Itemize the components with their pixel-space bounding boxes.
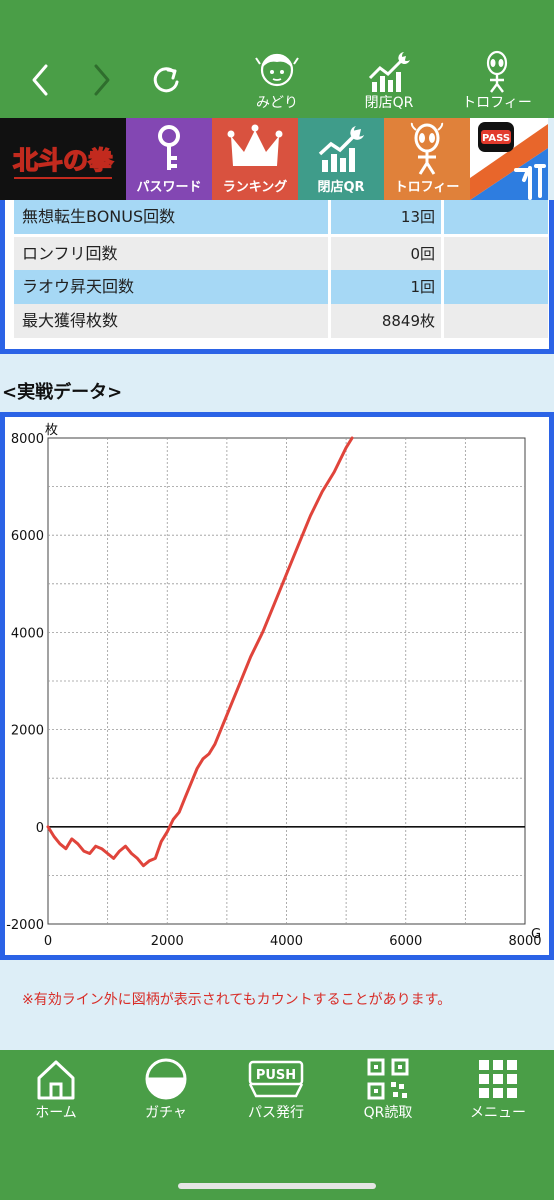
category-label-ranking: ランキング <box>222 180 288 195</box>
character-icon <box>255 53 299 87</box>
home-icon <box>37 1060 75 1100</box>
chart-x-tick-label: 4000 <box>270 934 303 949</box>
nav-label-closing-qr: 閉店QR <box>364 95 414 111</box>
forward-arrow-icon[interactable] <box>86 62 116 98</box>
alien-trophy-icon <box>410 122 444 175</box>
key-icon <box>158 125 180 170</box>
game-logo[interactable]: 北斗の拳 <box>0 118 126 200</box>
chart-x-axis-label: G <box>531 927 541 942</box>
stats-table: 無想転生BONUS回数 13回 ロンフリ回数 0回 ラオウ昇天回数 1回 最大獲… <box>0 200 554 354</box>
table-row: 最大獲得枚数 8849枚 <box>14 304 548 338</box>
stat-value: 0回 <box>331 237 441 271</box>
gacha-ball-icon <box>145 1058 187 1100</box>
stat-value: 1回 <box>331 270 441 304</box>
alien-trophy-icon <box>486 50 508 93</box>
stat-extra-cell <box>444 270 548 304</box>
bottom-tab-bar: ホーム ガチャ PUSH パス発行 QR読取 メニュー <box>0 1050 554 1200</box>
category-label-password: パスワード <box>136 180 202 195</box>
rising-chart-moon-icon <box>318 126 364 172</box>
reload-icon[interactable] <box>148 62 184 98</box>
chart-y-axis-label: 枚 <box>45 423 58 438</box>
tab-label-gacha: ガチャ <box>145 1105 187 1121</box>
svg-text:PASS: PASS <box>482 133 510 144</box>
table-row: ロンフリ回数 0回 <box>14 237 548 271</box>
chart-panel: 8000 6000 4000 2000 0 -2000 0 2000 4000 6000 8000 … <box>0 412 554 960</box>
home-indicator[interactable] <box>178 1183 376 1189</box>
stat-extra-cell <box>444 237 548 271</box>
game-logo-image: 北斗の拳 <box>0 118 126 200</box>
tab-label-menu: メニュー <box>470 1105 526 1121</box>
chart-x-tick-label: 6000 <box>389 934 422 949</box>
tab-label-home: ホーム <box>35 1105 77 1121</box>
chart-y-tick-label: 8000 <box>11 432 44 447</box>
nav-item-midori[interactable]: みどり <box>232 50 322 114</box>
back-arrow-icon[interactable] <box>26 62 56 98</box>
category-trophy[interactable]: トロフィー <box>384 118 470 200</box>
qr-code-icon <box>367 1058 409 1100</box>
stat-extra-cell <box>444 304 548 338</box>
tab-label-pass-issue: パス発行 <box>248 1105 304 1121</box>
category-label-closing-qr: 閉店QR <box>317 180 365 195</box>
category-strip: 北斗の拳 パスワード ランキング 閉店QR トロフィー PASS <box>0 118 554 200</box>
tab-qr-scan[interactable]: QR読取 <box>338 1056 438 1126</box>
chart-y-tick-label: -2000 <box>6 918 44 933</box>
stat-value: 8849枚 <box>331 304 441 338</box>
chart-y-tick-label: 4000 <box>11 626 44 641</box>
tab-home[interactable]: ホーム <box>6 1056 106 1126</box>
gachi-logo-icon: PASS <box>470 122 548 200</box>
crown-icon <box>227 124 283 166</box>
stat-value: 13回 <box>331 200 441 234</box>
tab-pass-issue[interactable]: PUSH パス発行 <box>226 1056 326 1126</box>
chart-y-tick-label: 0 <box>36 821 44 836</box>
nav-label-midori: みどり <box>256 95 298 111</box>
stat-label: ラオウ昇天回数 <box>14 270 328 304</box>
push-button-icon: PUSH <box>248 1060 304 1098</box>
top-navigation-bar: みどり 閉店QR トロフィー <box>0 0 554 118</box>
nav-label-trophy: トロフィー <box>462 95 532 111</box>
rising-chart-moon-icon <box>368 52 410 92</box>
stat-label: ロンフリ回数 <box>14 237 328 271</box>
stat-label: 無想転生BONUS回数 <box>14 200 328 234</box>
chart-y-tick-label: 6000 <box>11 529 44 544</box>
category-ranking[interactable]: ランキング <box>212 118 298 200</box>
tab-menu[interactable]: メニュー <box>448 1056 548 1126</box>
nav-item-trophy[interactable]: トロフィー <box>452 50 542 114</box>
grid-menu-icon <box>479 1060 517 1098</box>
notice-text: ※有効ライン外に図柄が表示されてもカウントすることがあります。 <box>22 992 452 1008</box>
svg-text:北斗の拳: 北斗の拳 <box>13 146 114 175</box>
stat-extra-cell <box>444 200 548 234</box>
category-closing-qr[interactable]: 閉店QR <box>298 118 384 200</box>
chart-x-tick-label: 2000 <box>151 934 184 949</box>
nav-item-closing-qr[interactable]: 閉店QR <box>344 50 434 114</box>
table-row: ラオウ昇天回数 1回 <box>14 270 548 304</box>
category-gachi[interactable]: PASS <box>470 118 548 200</box>
chart-x-tick-label: 0 <box>44 934 52 949</box>
stat-label: 最大獲得枚数 <box>14 304 328 338</box>
tab-label-qr-scan: QR読取 <box>363 1105 413 1121</box>
section-title: <実戦データ> <box>2 382 123 403</box>
category-password[interactable]: パスワード <box>126 118 212 200</box>
category-label-trophy: トロフィー <box>394 180 460 195</box>
table-row: 無想転生BONUS回数 13回 <box>14 200 548 234</box>
svg-text:PUSH: PUSH <box>256 1068 296 1083</box>
tab-gacha[interactable]: ガチャ <box>116 1056 216 1126</box>
chart-y-tick-label: 2000 <box>11 724 44 739</box>
slump-chart: 80006000400020000-20000 2000 4000 6000 8000 … <box>6 423 541 949</box>
